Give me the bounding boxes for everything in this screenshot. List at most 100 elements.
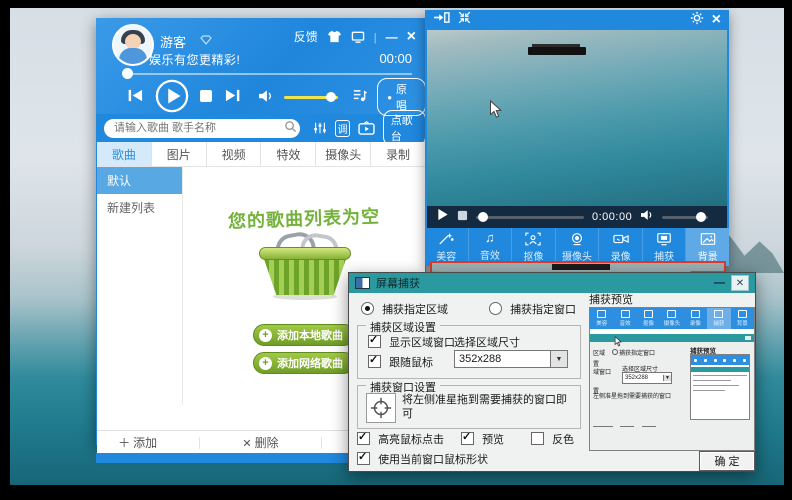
tune-icon[interactable]: 调 — [335, 120, 349, 137]
preview-checkbox-label: 预览 — [482, 431, 504, 447]
invert-label: 反色 — [552, 431, 574, 447]
radio-unselected-icon[interactable] — [489, 302, 502, 315]
video-volume-icon[interactable] — [640, 208, 654, 226]
cursor-shape-checkbox[interactable]: 使用当前窗口鼠标形状 — [357, 451, 488, 467]
close-button[interactable] — [407, 32, 416, 42]
video-volume-slider[interactable] — [662, 216, 708, 219]
plus-icon — [259, 329, 272, 342]
settings-gear-icon[interactable] — [690, 11, 704, 30]
skin-shirt-icon[interactable] — [327, 30, 342, 43]
search-row: 调 点歌台 — [96, 116, 426, 140]
search-icon[interactable] — [284, 120, 297, 136]
radio-region-label: 捕获指定区域 — [382, 301, 448, 317]
follow-mouse-checkbox[interactable]: 跟随鼠标 — [368, 354, 433, 370]
video-volume-thumb[interactable] — [696, 212, 706, 222]
stop-button[interactable] — [199, 89, 213, 106]
region-size-select[interactable]: 352x288 — [454, 350, 568, 368]
show-region-checkbox[interactable]: 显示区域窗口 — [368, 334, 455, 350]
playlist-item-new[interactable]: 新建列表 — [97, 194, 182, 221]
footer-add-button[interactable]: 添加 — [118, 434, 157, 451]
feedback-link[interactable]: 反馈 — [294, 28, 318, 45]
highlight-click-label: 高亮鼠标点击 — [378, 431, 444, 447]
checkbox-checked-icon[interactable] — [357, 452, 370, 465]
ok-button[interactable]: 确 定 — [699, 451, 755, 471]
next-button[interactable] — [223, 88, 242, 106]
slogan-text: 娱乐有您更精彩! — [149, 51, 240, 68]
video-progress-slider[interactable] — [476, 216, 584, 219]
tab-video[interactable]: 视频 — [207, 142, 262, 166]
avatar[interactable] — [112, 24, 154, 66]
radio-capture-window[interactable]: 捕获指定窗口 — [489, 301, 576, 317]
toolbar-sound-label: 音效 — [480, 247, 500, 262]
volume-thumb[interactable] — [326, 92, 336, 102]
video-close-button[interactable] — [712, 15, 721, 25]
user-name[interactable]: 游客 — [160, 32, 186, 51]
volume-slider[interactable] — [284, 96, 338, 99]
checkbox-unchecked-icon[interactable] — [531, 432, 544, 445]
checkbox-checked-icon[interactable] — [368, 335, 381, 348]
original-vocal-label: 原唱 — [396, 81, 416, 113]
dock-icon[interactable] — [433, 11, 450, 29]
checkbox-checked-icon[interactable] — [368, 355, 381, 368]
avatar-body — [119, 48, 147, 66]
tab-songs[interactable]: 歌曲 — [97, 142, 152, 166]
crosshair-drag-handle[interactable] — [366, 393, 396, 423]
song-station-button[interactable]: 点歌台 — [383, 110, 426, 146]
desktop: 游客 反馈 娱乐有您更精彩! 00:00 — [0, 0, 792, 500]
preview-nested-panel — [690, 354, 750, 420]
play-button[interactable] — [155, 79, 189, 116]
footer-delete-button[interactable]: 删除 — [242, 434, 278, 451]
video-progress-thumb[interactable] — [478, 212, 488, 222]
add-local-songs-button[interactable]: 添加本地歌曲 — [253, 324, 355, 346]
tab-pictures[interactable]: 图片 — [152, 142, 207, 166]
region-settings-group: 捕获区域设置 显示区域窗口 选择区域尺寸 跟随鼠标 352x288 — [357, 325, 581, 379]
footer-add-label: 添加 — [133, 434, 157, 451]
tv-icon[interactable] — [358, 121, 375, 135]
highlight-click-checkbox[interactable]: 高亮鼠标点击 — [357, 431, 444, 447]
video-controls: 0:00:00 — [427, 206, 727, 228]
add-icon — [118, 434, 130, 451]
radio-capture-region[interactable]: 捕获指定区域 — [361, 301, 448, 317]
empty-basket-image — [259, 233, 351, 295]
checkbox-checked-icon[interactable] — [357, 432, 370, 445]
preview-checkbox[interactable]: 预览 — [461, 431, 504, 447]
accompaniment-icon[interactable] — [352, 88, 367, 106]
search-input[interactable] — [104, 119, 300, 138]
tab-bar: 歌曲 图片 视频 特效 摄像头 录制 — [97, 142, 425, 167]
video-titlebar[interactable] — [425, 10, 729, 30]
radio-selected-icon[interactable] — [361, 302, 374, 315]
dialog-close-button[interactable]: ✕ — [731, 275, 749, 291]
progress-track[interactable] — [126, 73, 412, 75]
volume-icon[interactable] — [258, 89, 274, 106]
video-play-button[interactable] — [437, 208, 449, 226]
dialog-minimize-button[interactable] — [714, 277, 725, 289]
ship-silhouette — [528, 47, 586, 55]
cursor-shape-label: 使用当前窗口鼠标形状 — [378, 451, 488, 467]
minimize-button[interactable] — [386, 30, 398, 44]
dialog-titlebar[interactable]: 屏幕捕获 ✕ — [349, 273, 755, 293]
mini-mode-icon[interactable] — [351, 31, 365, 43]
capture-region-ship — [552, 264, 610, 270]
combo-arrow-icon[interactable] — [550, 351, 567, 367]
tab-camera[interactable]: 摄像头 — [316, 142, 371, 166]
tab-record[interactable]: 录制 — [371, 142, 425, 166]
transport-controls: 原唱 — [96, 80, 426, 114]
previous-button[interactable] — [126, 88, 145, 106]
music-note-icon — [485, 232, 495, 245]
invert-checkbox[interactable]: 反色 — [531, 431, 574, 447]
video-stop-button[interactable] — [457, 208, 468, 226]
video-content-sea[interactable] — [427, 30, 727, 206]
tab-effects[interactable]: 特效 — [261, 142, 316, 166]
region-size-value: 352x288 — [455, 351, 550, 367]
add-network-songs-label: 添加网络歌曲 — [277, 355, 343, 371]
add-local-songs-label: 添加本地歌曲 — [277, 327, 343, 343]
show-region-label: 显示区域窗口 — [389, 334, 455, 350]
equalizer-icon[interactable] — [313, 121, 327, 135]
footer-divider — [321, 437, 322, 449]
add-network-songs-button[interactable]: 添加网络歌曲 — [253, 352, 355, 374]
shrink-icon[interactable] — [458, 11, 471, 29]
dialog-title: 屏幕捕获 — [376, 275, 420, 291]
playlist-item-default[interactable]: 默认 — [97, 167, 182, 194]
progress-thumb[interactable] — [122, 68, 133, 79]
checkbox-checked-icon[interactable] — [461, 432, 474, 445]
